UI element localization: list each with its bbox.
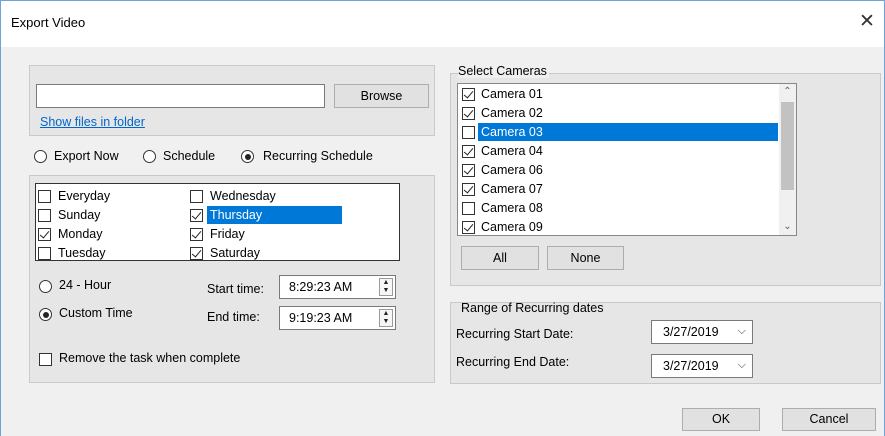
day-checkbox[interactable] [190, 209, 203, 222]
camera-label: Camera 06 [481, 163, 543, 177]
day-checkbox[interactable] [190, 190, 203, 203]
title-bar: Export Video ✕ [1, 1, 884, 47]
spin-down-icon[interactable]: ▼ [380, 287, 392, 295]
scrollbar-thumb[interactable] [781, 102, 794, 190]
end-time-spinner[interactable]: ▲ ▼ [379, 309, 393, 327]
24-hour-label: 24 - Hour [59, 278, 112, 292]
days-checklist: Everyday Sunday Monday Tuesday Wednesday… [35, 183, 400, 261]
day-label: Monday [58, 227, 103, 241]
chevron-down-icon[interactable]: ⌄ [779, 219, 796, 235]
camera-label: Camera 01 [481, 87, 543, 101]
recurring-end-date-picker[interactable]: 3/27/2019 ⌵ [651, 354, 753, 378]
schedule-label: Schedule [163, 149, 216, 163]
browse-button[interactable]: Browse [334, 84, 429, 108]
radio-recurring-schedule[interactable] [241, 150, 254, 163]
chevron-up-icon[interactable]: ⌃ [779, 84, 796, 100]
day-label: Tuesday [58, 246, 106, 260]
recurring-end-date-value: 3/27/2019 [663, 359, 719, 373]
day-checkbox[interactable] [38, 228, 51, 241]
radio-24-hour[interactable] [39, 280, 52, 293]
start-time-spinner[interactable]: ▲ ▼ [379, 278, 393, 296]
camera-checkbox[interactable] [462, 221, 475, 234]
end-time-label: End time: [207, 310, 260, 324]
camera-checkbox[interactable] [462, 88, 475, 101]
camera-item[interactable]: Camera 02 [458, 104, 780, 123]
spin-up-icon[interactable]: ▲ [380, 279, 392, 287]
window-title: Export Video [11, 15, 86, 30]
export-now-label: Export Now [54, 149, 119, 163]
recurring-start-date-picker[interactable]: 3/27/2019 ⌵ [651, 320, 753, 344]
camera-checkbox[interactable] [462, 202, 475, 215]
select-all-cameras-button[interactable]: All [461, 246, 539, 270]
camera-label: Camera 08 [481, 201, 543, 215]
camera-list-scrollbar[interactable]: ⌃ ⌄ [779, 84, 796, 235]
chevron-down-icon[interactable]: ⌵ [738, 325, 746, 338]
camera-checkbox[interactable] [462, 126, 475, 139]
day-checkbox[interactable] [38, 190, 51, 203]
chevron-down-icon[interactable]: ⌵ [738, 359, 746, 372]
day-checkbox[interactable] [190, 228, 203, 241]
start-time-picker[interactable]: 8:29:23 AM ▲ ▼ [279, 275, 396, 299]
recurring-schedule-label: Recurring Schedule [263, 149, 373, 163]
show-files-link[interactable]: Show files in folder [40, 115, 145, 129]
camera-label: Camera 03 [478, 123, 778, 141]
remove-task-checkbox[interactable] [39, 353, 52, 366]
day-label: Sunday [58, 208, 101, 222]
camera-label: Camera 02 [481, 106, 543, 120]
day-label: Wednesday [210, 189, 276, 203]
recurring-end-label: Recurring End Date: [456, 355, 570, 369]
cancel-button[interactable]: Cancel [782, 408, 876, 431]
recurring-dates-heading: Range of Recurring dates [461, 301, 604, 315]
camera-item[interactable]: Camera 09 [458, 218, 780, 235]
select-cameras-heading: Select Cameras [458, 64, 549, 78]
ok-button[interactable]: OK [682, 408, 760, 431]
camera-checkbox[interactable] [462, 107, 475, 120]
spin-down-icon[interactable]: ▼ [380, 318, 392, 326]
camera-label: Camera 07 [481, 182, 543, 196]
radio-schedule[interactable] [143, 150, 156, 163]
recurring-start-date-value: 3/27/2019 [663, 325, 719, 339]
file-panel: Browse Show files in folder [29, 65, 435, 136]
end-time-value: 9:19:23 AM [289, 311, 353, 325]
day-label: Thursday [207, 206, 342, 224]
end-time-picker[interactable]: 9:19:23 AM ▲ ▼ [279, 306, 396, 330]
camera-list[interactable]: Camera 01 Camera 02 Camera 03 Camera 04 … [457, 83, 797, 236]
camera-checkbox[interactable] [462, 183, 475, 196]
remove-task-label: Remove the task when complete [59, 351, 241, 365]
camera-item[interactable]: Camera 08 [458, 199, 780, 218]
radio-custom-time[interactable] [39, 308, 52, 321]
custom-time-label: Custom Time [59, 306, 133, 320]
day-label: Saturday [210, 246, 261, 260]
select-no-cameras-button[interactable]: None [547, 246, 624, 270]
start-time-label: Start time: [207, 282, 264, 296]
start-time-value: 8:29:23 AM [289, 280, 353, 294]
camera-item[interactable]: Camera 01 [458, 85, 780, 104]
day-label: Everyday [58, 189, 111, 203]
camera-item[interactable]: Camera 03 [458, 123, 780, 142]
day-checkbox[interactable] [38, 209, 51, 222]
day-label: Friday [210, 227, 245, 241]
day-checkbox[interactable] [190, 247, 203, 260]
camera-checkbox[interactable] [462, 164, 475, 177]
camera-item[interactable]: Camera 07 [458, 180, 780, 199]
camera-label: Camera 09 [481, 220, 543, 234]
camera-label: Camera 04 [481, 144, 543, 158]
day-checkbox[interactable] [38, 247, 51, 260]
export-video-dialog: Export Video ✕ Browse Show files in fold… [0, 0, 885, 436]
spin-up-icon[interactable]: ▲ [380, 310, 392, 318]
camera-item[interactable]: Camera 06 [458, 161, 780, 180]
recurring-start-label: Recurring Start Date: [456, 327, 574, 341]
radio-export-now[interactable] [34, 150, 47, 163]
camera-checkbox[interactable] [462, 145, 475, 158]
close-icon[interactable]: ✕ [856, 11, 878, 33]
camera-item[interactable]: Camera 04 [458, 142, 780, 161]
file-path-input[interactable] [36, 84, 325, 108]
